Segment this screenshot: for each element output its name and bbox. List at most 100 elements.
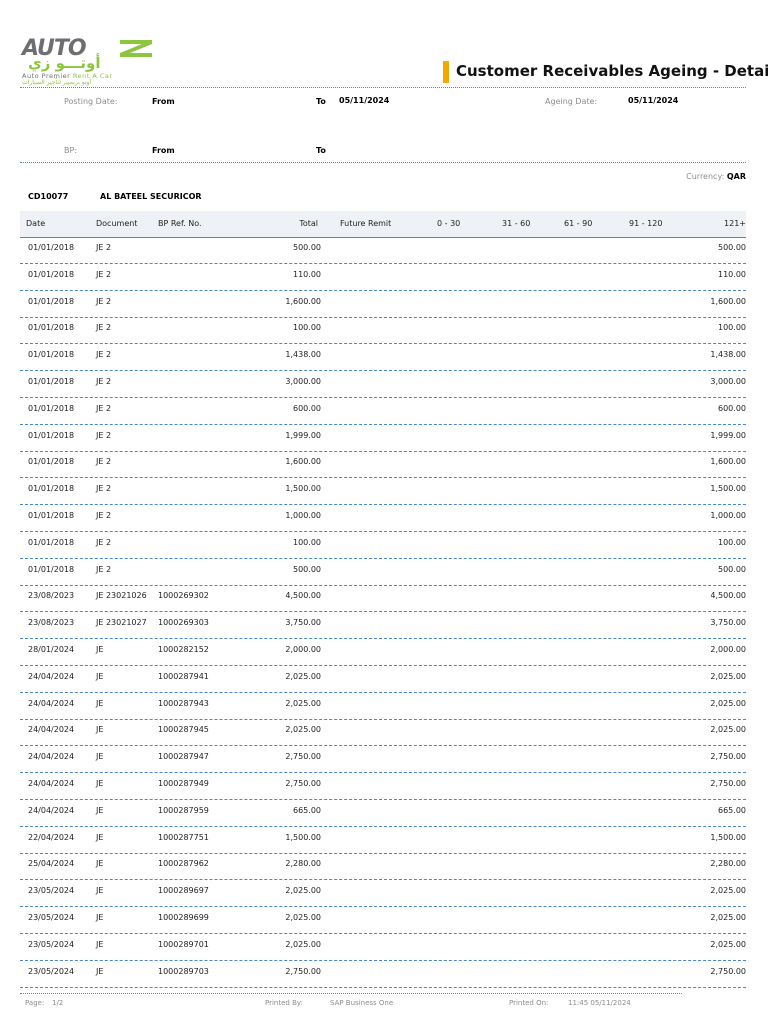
cell-document: JE 2 — [96, 269, 112, 279]
cell-121-plus: 2,000.00 — [710, 645, 746, 654]
cell-date: 24/04/2024 — [28, 725, 75, 735]
cell-total: 600.00 — [293, 403, 321, 413]
cell-date: 01/01/2018 — [28, 484, 75, 494]
cell-date: 01/01/2018 — [28, 269, 75, 279]
table-row: 28/01/2024 JE 1000282152 2,000.00 2,000.00 — [20, 639, 746, 666]
cell-total: 2,025.00 — [285, 939, 321, 949]
cell-121-plus: 2,750.00 — [710, 752, 746, 762]
printed-by-value: SAP Business One — [330, 999, 394, 1007]
currency-label: Currency: — [686, 172, 725, 181]
cell-121-plus: 600.00 — [718, 403, 746, 413]
table-header: Date Document BP Ref. No. Total Future R… — [20, 211, 746, 238]
table-row: 01/01/2018 JE 2 1,600.00 1,600.00 — [20, 291, 746, 318]
cell-121-plus: 2,750.00 — [710, 966, 746, 976]
col-total: Total — [299, 219, 318, 228]
cell-121-plus: 2,750.00 — [710, 779, 746, 788]
cell-document: JE 2 — [96, 350, 112, 360]
cell-document: JE — [96, 939, 104, 949]
company-logo: AUTO أوتـــو زي Auto Premier Rent A Car … — [20, 36, 170, 88]
table-row: 24/04/2024 JE 1000287945 2,025.00 2,025.00 — [20, 719, 746, 747]
ageing-date-value: 05/11/2024 — [628, 96, 679, 105]
cell-121-plus: 1,500.00 — [710, 832, 746, 842]
cell-121-plus: 2,025.00 — [710, 886, 746, 896]
cell-total: 1,600.00 — [285, 296, 321, 306]
cell-total: 110.00 — [293, 269, 321, 279]
cell-date: 01/01/2018 — [28, 564, 75, 574]
customer-code: CD10077 — [28, 192, 69, 201]
cell-date: 01/01/2018 — [28, 296, 75, 306]
cell-document: JE 2 — [96, 430, 112, 440]
cell-date: 01/01/2018 — [28, 537, 75, 547]
cell-bp-ref: 1000287949 — [158, 779, 209, 788]
col-date: Date — [26, 219, 46, 228]
z-mark-icon — [120, 40, 152, 57]
page-value: 1/2 — [52, 999, 64, 1007]
report-title: Customer Receivables Ageing - Details — [456, 62, 768, 80]
cell-total: 1,999.00 — [285, 430, 321, 440]
cell-121-plus: 1,600.00 — [710, 296, 746, 306]
cell-bp-ref: 1000287751 — [158, 832, 209, 842]
cell-date: 23/05/2024 — [28, 913, 75, 922]
cell-date: 23/08/2023 — [28, 591, 75, 601]
col-bp-ref: BP Ref. No. — [158, 219, 202, 228]
cell-121-plus: 4,500.00 — [710, 591, 746, 601]
cell-total: 1,500.00 — [285, 484, 321, 494]
table-row: 23/08/2023 JE 23021027 1000269303 3,750.00 3… — [20, 612, 746, 640]
cell-document: JE — [96, 805, 104, 815]
cell-date: 25/04/2024 — [28, 859, 75, 869]
cell-bp-ref: 1000287959 — [158, 805, 209, 815]
cell-bp-ref: 1000289699 — [158, 913, 209, 922]
cell-total: 2,025.00 — [285, 913, 321, 922]
cell-total: 4,500.00 — [285, 591, 321, 601]
cell-bp-ref: 1000287941 — [158, 671, 209, 681]
posting-to-value: 05/11/2024 — [339, 96, 390, 105]
cell-document: JE — [96, 886, 104, 896]
table-row: 23/05/2024 JE 1000289701 2,025.00 2,025.00 — [20, 934, 746, 961]
cell-document: JE 2 — [96, 377, 112, 386]
table-row: 01/01/2018 JE 2 100.00 100.00 — [20, 317, 746, 345]
cell-bp-ref: 1000269303 — [158, 618, 209, 628]
cell-121-plus: 665.00 — [718, 805, 746, 815]
cell-document: JE 2 — [96, 537, 112, 547]
cell-bp-ref: 1000289701 — [158, 939, 209, 949]
bp-label: BP: — [64, 146, 78, 155]
cell-document: JE 2 — [96, 296, 112, 306]
cell-total: 500.00 — [293, 564, 321, 574]
cell-document: JE 2 — [96, 243, 112, 252]
table-row: 24/04/2024 JE 1000287949 2,750.00 2,750.00 — [20, 773, 746, 800]
cell-bp-ref: 1000287962 — [158, 859, 209, 869]
table-row: 01/01/2018 JE 2 3,000.00 3,000.00 — [20, 371, 746, 398]
cell-document: JE 2 — [96, 457, 112, 467]
cell-total: 2,025.00 — [285, 671, 321, 681]
cell-121-plus: 2,025.00 — [710, 939, 746, 949]
table-row: 01/01/2018 JE 2 1,000.00 1,000.00 — [20, 505, 746, 532]
cell-document: JE — [96, 966, 104, 976]
cell-total: 1,500.00 — [285, 832, 321, 842]
col-future-remit: Future Remit — [340, 219, 392, 228]
currency-value: QAR — [726, 172, 746, 181]
posting-to-label: To — [316, 97, 326, 106]
cell-date: 01/01/2018 — [28, 323, 75, 333]
cell-121-plus: 2,025.00 — [710, 913, 746, 922]
cell-date: 01/01/2018 — [28, 403, 75, 413]
currency: Currency: QAR — [686, 172, 746, 181]
cell-document: JE — [96, 698, 104, 708]
divider — [20, 162, 746, 163]
cell-date: 23/05/2024 — [28, 966, 75, 976]
cell-date: 22/04/2024 — [28, 832, 75, 842]
cell-total: 2,750.00 — [285, 966, 321, 976]
cell-bp-ref: 1000282152 — [158, 645, 209, 654]
cell-total: 665.00 — [293, 805, 321, 815]
printed-by-label: Printed By: — [265, 999, 303, 1007]
table-row: 01/01/2018 JE 2 1,999.00 1,999.00 — [20, 425, 746, 452]
table-row: 01/01/2018 JE 2 1,438.00 1,438.00 — [20, 344, 746, 372]
cell-121-plus: 2,025.00 — [710, 725, 746, 735]
table-row: 01/01/2018 JE 2 500.00 500.00 — [20, 559, 746, 586]
cell-121-plus: 1,438.00 — [710, 350, 746, 360]
logo-arabic-text: أوتـــو زي — [28, 54, 101, 72]
cell-total: 100.00 — [293, 323, 321, 333]
table-row: 22/04/2024 JE 1000287751 1,500.00 1,500.00 — [20, 827, 746, 854]
cell-total: 2,750.00 — [285, 752, 321, 762]
table-row: 25/04/2024 JE 1000287962 2,280.00 2,280.00 — [20, 853, 746, 881]
cell-121-plus: 1,000.00 — [710, 511, 746, 520]
